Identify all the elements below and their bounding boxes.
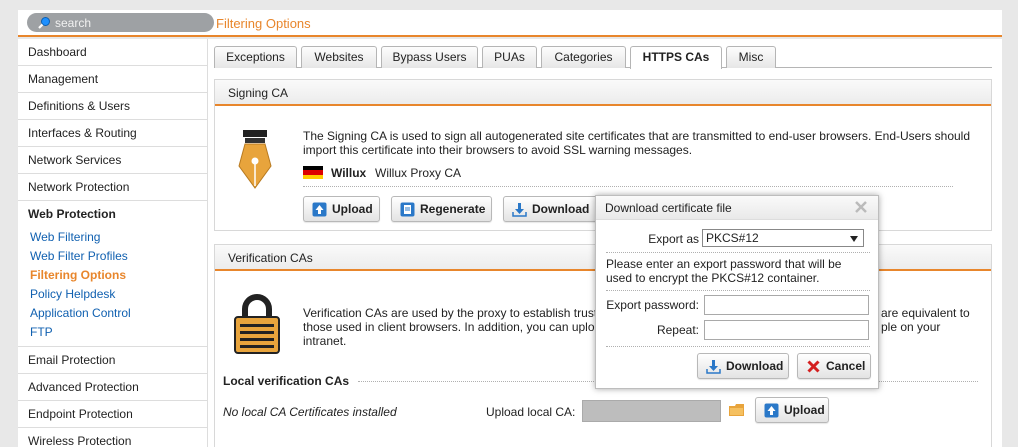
tab-puas[interactable]: PUAs <box>482 46 537 68</box>
sidebar-subitem-application-control[interactable]: Application Control <box>18 304 207 323</box>
upload-icon <box>764 403 779 418</box>
sidebar-subitem-policy-helpdesk[interactable]: Policy Helpdesk <box>18 285 207 304</box>
no-certs-message: No local CA Certificates installed <box>223 405 397 419</box>
tab-exceptions[interactable]: Exceptions <box>214 46 297 68</box>
download-icon <box>512 203 527 217</box>
signing-download-button[interactable]: Download <box>503 196 598 222</box>
sidebar-subitem-web-filtering[interactable]: Web Filtering <box>18 228 207 247</box>
sidebar-item-definitions-users[interactable]: Definitions & Users <box>18 93 207 120</box>
verification-description-line3: intranet. <box>303 334 347 348</box>
upload-local-ca-label: Upload local CA: <box>486 405 576 419</box>
dialog-download-label: Download <box>726 359 784 373</box>
regenerate-button[interactable]: Regenerate <box>391 196 492 222</box>
tab-websites[interactable]: Websites <box>301 46 377 68</box>
regenerate-icon <box>400 202 415 217</box>
folder-icon[interactable] <box>729 404 745 417</box>
tab-https-cas[interactable]: HTTPS CAs <box>630 46 722 69</box>
verification-description-line1: Verification CAs are used by the proxy t… <box>303 306 598 320</box>
sidebar-subitem-filtering-options[interactable]: Filtering Options <box>18 266 207 285</box>
tab-bar: Exceptions Websites Bypass Users PUAs Ca… <box>214 46 992 69</box>
search-box <box>27 13 214 32</box>
dialog-download-button[interactable]: Download <box>697 353 789 379</box>
sidebar-item-wireless-protection[interactable]: Wireless Protection <box>18 428 207 447</box>
germany-flag-icon <box>303 166 323 179</box>
sidebar-subitem-web-filter-profiles[interactable]: Web Filter Profiles <box>18 247 207 266</box>
signing-download-label: Download <box>532 202 590 216</box>
export-password-field[interactable] <box>704 295 869 315</box>
sidebar-item-endpoint-protection[interactable]: Endpoint Protection <box>18 401 207 428</box>
sidebar-item-interfaces-routing[interactable]: Interfaces & Routing <box>18 120 207 147</box>
signing-upload-label: Upload <box>332 202 373 216</box>
close-icon[interactable] <box>854 200 868 214</box>
divider <box>606 346 870 347</box>
export-format-value: PKCS#12 <box>706 231 759 245</box>
sidebar-item-web-protection[interactable]: Web Protection <box>18 201 207 226</box>
sidebar-item-network-protection[interactable]: Network Protection <box>18 174 207 201</box>
regenerate-label: Regenerate <box>420 202 486 216</box>
top-header: Filtering Options <box>18 10 1002 37</box>
repeat-password-field[interactable] <box>704 320 869 340</box>
local-verification-title: Local verification CAs <box>223 374 350 388</box>
divider <box>606 290 870 291</box>
dialog-info-text: Please enter an export password that wil… <box>606 257 842 285</box>
signing-ca-description: The Signing CA is used to sign all autog… <box>303 129 971 157</box>
sidebar-subitem-ftp[interactable]: FTP <box>18 323 207 342</box>
chevron-down-icon <box>850 236 858 242</box>
ca-organization: Willux <box>331 166 367 180</box>
search-input[interactable] <box>55 14 205 31</box>
dialog-title: Download certificate file <box>596 196 878 220</box>
verification-description-line1-end: are equivalent to <box>881 306 970 320</box>
sidebar-item-email-protection[interactable]: Email Protection <box>18 347 207 374</box>
verification-description-line2: those used in client browsers. In additi… <box>303 320 595 334</box>
download-certificate-dialog: Download certificate file Export as PKCS… <box>595 195 879 389</box>
search-icon <box>38 17 50 29</box>
sidebar: Dashboard Management Definitions & Users… <box>18 39 208 447</box>
sidebar-item-management[interactable]: Management <box>18 66 207 93</box>
tab-bypass-users[interactable]: Bypass Users <box>381 46 478 68</box>
upload-file-field[interactable] <box>582 400 721 422</box>
fountain-pen-icon <box>238 130 272 189</box>
cancel-icon <box>807 360 820 373</box>
sidebar-item-dashboard[interactable]: Dashboard <box>18 39 207 66</box>
upload-icon <box>312 202 327 217</box>
sidebar-item-network-services[interactable]: Network Services <box>18 147 207 174</box>
export-format-select[interactable]: PKCS#12 <box>702 229 864 247</box>
verification-description-line2-end: ple on your <box>881 320 941 334</box>
signing-upload-button[interactable]: Upload <box>303 196 380 222</box>
sidebar-item-advanced-protection[interactable]: Advanced Protection <box>18 374 207 401</box>
local-ca-upload-label: Upload <box>784 403 825 417</box>
dialog-cancel-label: Cancel <box>826 359 866 373</box>
web-protection-submenu: Web Filtering Web Filter Profiles Filter… <box>18 226 207 347</box>
page-title: Filtering Options <box>216 16 311 31</box>
signing-ca-title: Signing CA <box>215 80 991 106</box>
ca-name: Willux Proxy CA <box>375 166 462 180</box>
dialog-cancel-button[interactable]: Cancel <box>797 353 871 379</box>
repeat-password-label: Repeat: <box>656 323 699 337</box>
export-password-label: Export password: <box>606 298 699 312</box>
tab-categories[interactable]: Categories <box>541 46 626 68</box>
divider <box>303 186 953 187</box>
local-ca-upload-button[interactable]: Upload <box>755 397 829 423</box>
padlock-icon <box>234 294 280 354</box>
export-as-label: Export as <box>648 232 699 246</box>
divider <box>606 252 870 253</box>
tab-misc[interactable]: Misc <box>726 46 776 68</box>
download-icon <box>706 360 721 374</box>
